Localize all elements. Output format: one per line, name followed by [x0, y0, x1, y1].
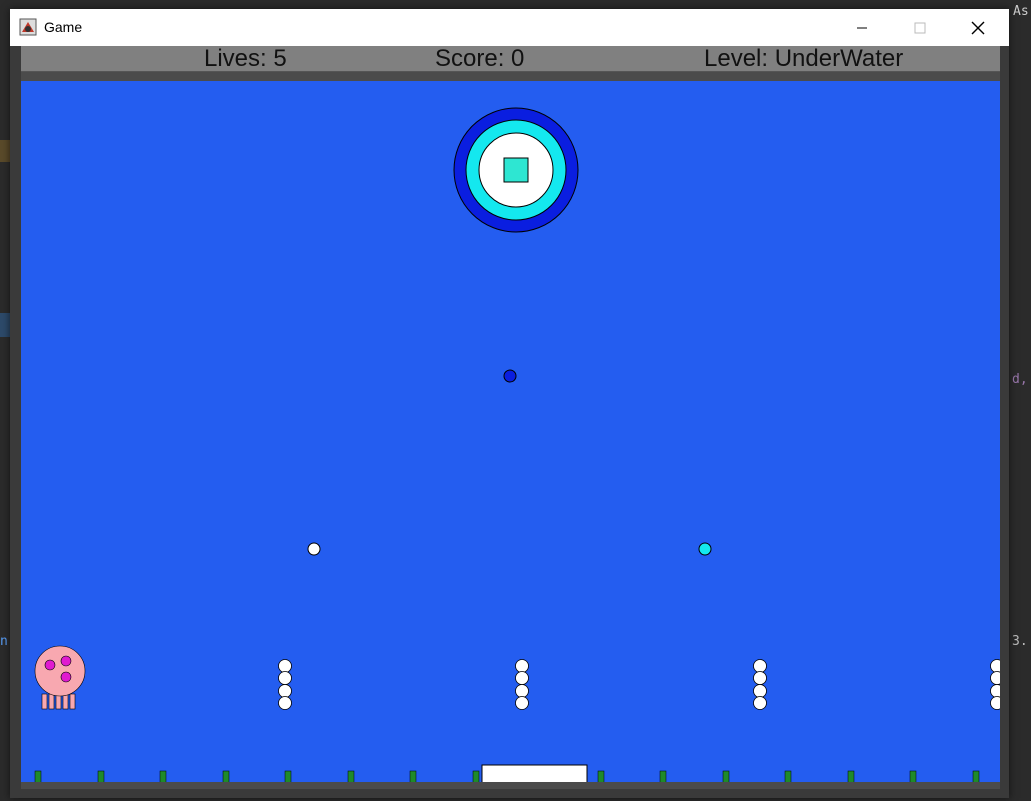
ball-blue: [503, 369, 517, 383]
floor-border: [21, 782, 1000, 789]
bubble: [278, 671, 292, 685]
ide-left-strip-2: [0, 140, 10, 162]
bubble: [753, 696, 767, 710]
bubble: [990, 671, 1000, 685]
jellyfish-spot: [60, 671, 72, 683]
ide-right-low-text: 3.: [1012, 634, 1028, 649]
jellyfish-tentacle: [69, 693, 76, 710]
bubble: [278, 659, 292, 673]
play-area: [21, 81, 1000, 789]
bubble: [753, 659, 767, 673]
bubble: [990, 659, 1000, 673]
jellyfish-tentacle: [62, 693, 69, 710]
maximize-button[interactable]: [897, 9, 943, 46]
bubble: [753, 684, 767, 698]
game-canvas[interactable]: Lives: 5 Score: 0 Level: UnderWater: [21, 46, 1000, 789]
jellyfish-spot: [44, 659, 56, 671]
jellyfish-tentacle: [48, 693, 55, 710]
close-button[interactable]: [955, 9, 1001, 46]
ball-cyan: [698, 542, 712, 556]
ide-left-strip: [0, 313, 10, 337]
bubble: [990, 696, 1000, 710]
target-rings: [453, 107, 579, 233]
bubble: [515, 684, 529, 698]
minimize-icon: [857, 27, 867, 28]
jellyfish-spot: [60, 655, 72, 667]
bubble: [278, 696, 292, 710]
target-center-block: [503, 157, 529, 183]
maximize-icon: [914, 22, 926, 33]
window-title: Game: [44, 19, 83, 35]
bubble: [515, 671, 529, 685]
jellyfish-body: [34, 645, 86, 697]
close-icon: [971, 21, 985, 34]
ide-right-mid-text: d,: [1012, 372, 1028, 387]
minimize-button[interactable]: [839, 9, 885, 46]
bubble: [753, 671, 767, 685]
ide-left-low-text: n: [0, 634, 8, 649]
bubble: [515, 696, 529, 710]
player-paddle: [481, 764, 588, 784]
bubble: [990, 684, 1000, 698]
game-window: Game Lives: 5 Score: 0 Level: UnderWater: [10, 9, 1009, 798]
java-app-icon: [19, 18, 37, 36]
title-bar[interactable]: Game: [10, 9, 1009, 46]
bubble: [515, 659, 529, 673]
bubble: [278, 684, 292, 698]
ball-white: [307, 542, 321, 556]
ide-top-right-text: As: [1013, 4, 1029, 19]
jellyfish-tentacle: [41, 693, 48, 710]
ide-right-panel: [1009, 0, 1031, 801]
